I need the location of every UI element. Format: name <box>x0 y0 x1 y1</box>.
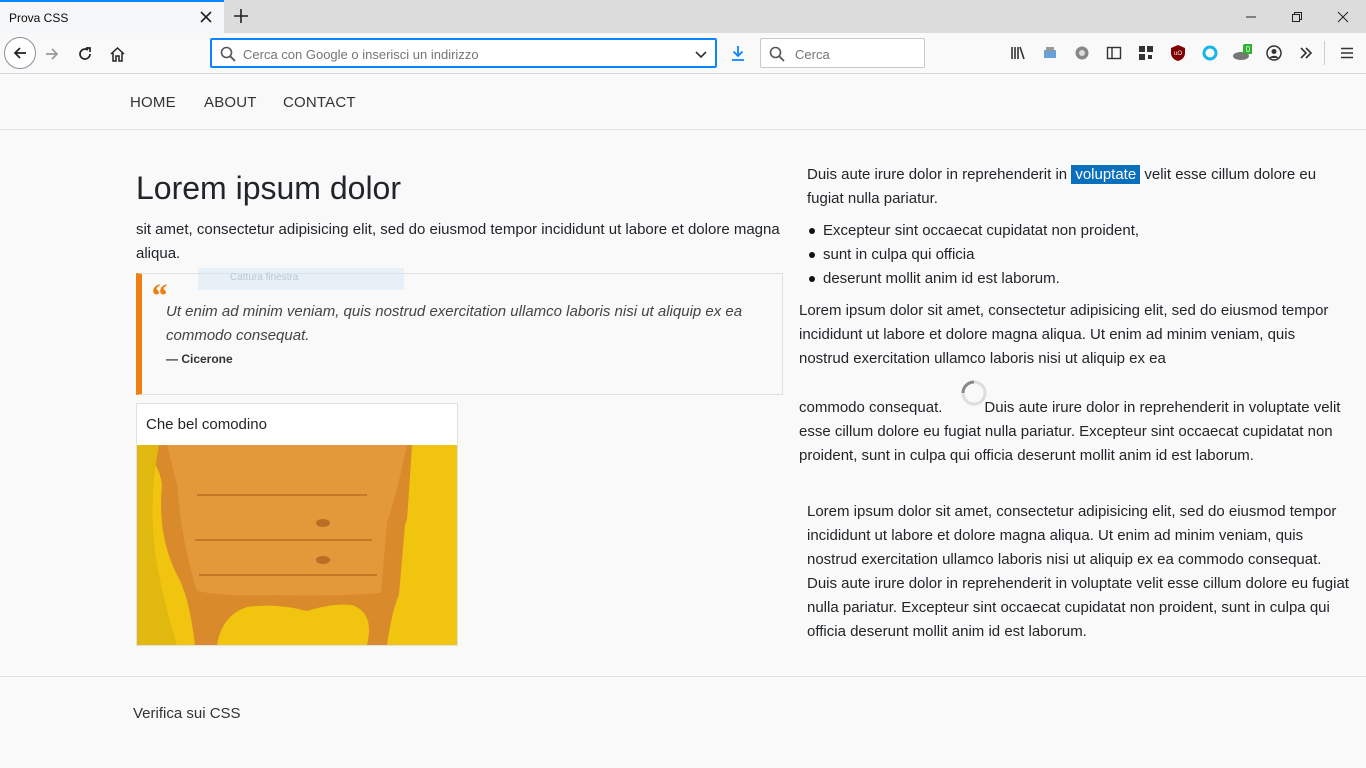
forward-arrow-icon <box>46 48 59 60</box>
lead-paragraph: sit amet, consectetur adipisicing elit, … <box>136 221 780 262</box>
browser-toolbar: uO 0 <box>0 33 1366 74</box>
quote-text: Ut enim ad minim veniam, quis nostrud ex… <box>166 303 743 344</box>
search-input[interactable] <box>795 45 915 63</box>
page-footer: Verifica sui CSS <box>0 676 1366 768</box>
body-paragraph-continued: commodo consequat. Duis aute irure dolor … <box>799 396 1354 468</box>
blockquote: “ Ut enim ad minim veniam, quis nostrud … <box>136 273 783 395</box>
url-input[interactable] <box>243 45 683 63</box>
hamburger-menu-icon[interactable] <box>1337 43 1357 63</box>
close-window-icon[interactable] <box>1320 0 1366 33</box>
bullet-list: Excepteur sint occaecat cupidatat non pr… <box>807 219 1139 291</box>
body-paragraph-long: Lorem ipsum dolor sit amet, consectetur … <box>807 503 1349 640</box>
capture-window-overlay: Cattura finestra <box>198 268 404 290</box>
nav-link-contact[interactable]: CONTACT <box>283 94 356 111</box>
account-icon[interactable] <box>1264 43 1284 63</box>
search-icon <box>220 46 236 62</box>
list-item: sunt in culpa qui officia <box>807 243 1139 267</box>
paragraph-fragment: commodo consequat. <box>799 399 943 416</box>
toolbar-divider <box>1324 41 1325 65</box>
extension-badge-icon[interactable]: 0 <box>1232 43 1252 63</box>
footer-text: Verifica sui CSS <box>133 705 241 722</box>
qr-code-icon[interactable] <box>1136 43 1156 63</box>
extension-badge-count: 0 <box>1246 45 1251 54</box>
url-bar[interactable] <box>210 38 717 68</box>
card-title: Che bel comodino <box>146 416 267 433</box>
browser-tab[interactable]: Prova CSS <box>0 0 224 33</box>
close-tab-icon[interactable] <box>198 9 214 25</box>
quote-mark-icon: “ <box>150 278 167 315</box>
forward-button[interactable] <box>42 44 62 64</box>
home-button[interactable] <box>107 44 127 64</box>
reload-button[interactable] <box>75 44 95 64</box>
list-item: deserunt mollit anim id est laborum. <box>807 267 1139 291</box>
intro-text-start: Duis aute irure dolor in reprehenderit i… <box>807 166 1072 183</box>
sidebar-icon[interactable] <box>1104 43 1124 63</box>
site-navigation: HOME ABOUT CONTACT <box>0 74 1366 130</box>
overflow-chevron-icon[interactable] <box>1296 43 1316 63</box>
back-arrow-icon <box>13 47 26 59</box>
chevron-down-icon[interactable] <box>694 47 708 61</box>
nav-link-about[interactable]: ABOUT <box>204 94 257 111</box>
screenshot-extension-icon[interactable] <box>1040 43 1060 63</box>
nav-link-home[interactable]: HOME <box>130 94 176 111</box>
library-icon[interactable] <box>1008 43 1028 63</box>
nightstand-image <box>137 445 457 645</box>
download-icon[interactable] <box>728 43 748 63</box>
reload-icon <box>79 47 91 60</box>
search-icon <box>769 46 785 62</box>
highlighted-word: voluptate <box>1071 165 1141 184</box>
svg-text:uO: uO <box>1174 51 1182 57</box>
new-tab-icon[interactable] <box>231 6 251 26</box>
intro-paragraph: Duis aute irure dolor in reprehenderit i… <box>807 163 1342 211</box>
list-item: Excepteur sint occaecat cupidatat non pr… <box>807 219 1139 243</box>
image-card: Che bel comodino <box>136 403 458 646</box>
ring-extension-icon[interactable] <box>1200 43 1220 63</box>
quote-author: — Cicerone <box>166 352 233 366</box>
search-bar[interactable] <box>760 38 925 68</box>
home-icon <box>109 46 125 62</box>
restore-icon[interactable] <box>1274 0 1320 33</box>
tab-strip: Prova CSS <box>0 0 1366 33</box>
tab-title: Prova CSS <box>9 11 69 25</box>
minimize-icon[interactable] <box>1228 0 1274 33</box>
page-title: Lorem ipsum dolor <box>136 170 401 206</box>
body-paragraph: Lorem ipsum dolor sit amet, consectetur … <box>799 302 1329 367</box>
ublock-icon[interactable]: uO <box>1168 43 1188 63</box>
back-button[interactable] <box>4 37 36 69</box>
gear-extension-icon[interactable] <box>1072 43 1092 63</box>
